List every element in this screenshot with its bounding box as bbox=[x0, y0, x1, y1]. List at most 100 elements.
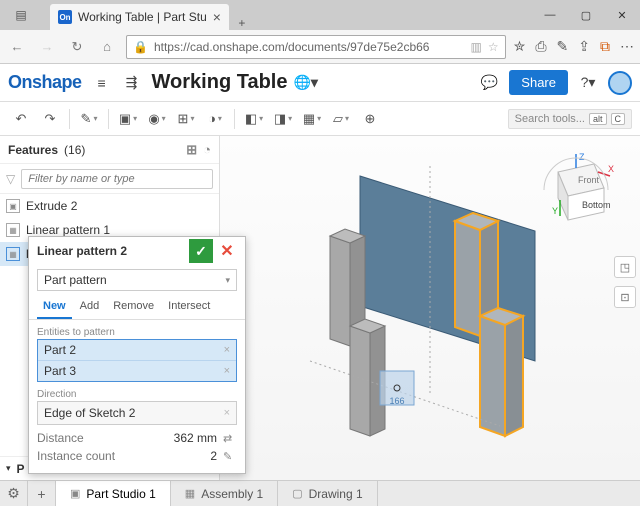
filter-icon[interactable]: ▽ bbox=[6, 172, 15, 186]
window-close[interactable]: ✕ bbox=[604, 0, 640, 30]
remove-entity-icon[interactable]: × bbox=[224, 365, 230, 377]
menu-icon[interactable]: ≡ bbox=[92, 73, 112, 93]
onshape-logo[interactable]: Onshape bbox=[8, 72, 82, 93]
browser-titlebar: ▤ On Working Table | Part Stu × + — ▢ ✕ bbox=[0, 0, 640, 30]
loft-button[interactable]: ◑ bbox=[202, 106, 228, 132]
tab-title: Working Table | Part Stu bbox=[78, 10, 207, 24]
view-tool-1[interactable]: ◳ bbox=[614, 256, 636, 278]
favorites-icon[interactable]: ✮ bbox=[514, 38, 526, 55]
url-box[interactable]: 🔒 https://cad.onshape.com/documents/97de… bbox=[126, 35, 506, 59]
notes-icon[interactable]: ✎ bbox=[557, 38, 569, 55]
tab-new[interactable]: New bbox=[37, 295, 72, 319]
sweep-button[interactable]: ⊞ bbox=[173, 106, 199, 132]
tab-remove[interactable]: Remove bbox=[107, 295, 160, 319]
sketch-button[interactable]: ✎ bbox=[76, 106, 102, 132]
hub-icon[interactable]: ▤ bbox=[0, 0, 42, 30]
flip-direction-icon[interactable]: ⇄ bbox=[223, 432, 237, 445]
pattern-icon: ▦ bbox=[6, 223, 20, 237]
favorite-icon[interactable]: ☆ bbox=[488, 40, 499, 54]
svg-text:Front: Front bbox=[578, 175, 600, 185]
browser-tab[interactable]: On Working Table | Part Stu × bbox=[50, 4, 229, 30]
back-button[interactable]: ← bbox=[6, 36, 28, 58]
app-header: Onshape ≡ ⇶ Working Table 🌐▾ 💬 Share ?▾ bbox=[0, 64, 640, 102]
revolve-button[interactable]: ◉ bbox=[144, 106, 170, 132]
extrude-icon: ▣ bbox=[6, 199, 20, 213]
chamfer-button[interactable]: ◨ bbox=[270, 106, 296, 132]
shell-button[interactable]: ▱ bbox=[328, 106, 354, 132]
close-tab-icon[interactable]: × bbox=[213, 9, 221, 25]
manipulator-label: 166 bbox=[389, 396, 404, 406]
comments-icon[interactable]: 💬 bbox=[479, 73, 499, 93]
count-label: Instance count bbox=[37, 449, 115, 463]
globe-icon[interactable]: 🌐▾ bbox=[293, 74, 317, 91]
refresh-button[interactable]: ↻ bbox=[66, 36, 88, 58]
feature-toolbar: ↶ ↷ ✎ ▣ ◉ ⊞ ◑ ◧ ◨ ▦ ▱ ⊕ Search tools... … bbox=[0, 102, 640, 136]
feature-item[interactable]: ▣ Extrude 2 bbox=[0, 194, 219, 218]
distance-value[interactable]: 362 mm bbox=[174, 431, 217, 445]
draft-button[interactable]: ▦ bbox=[299, 106, 325, 132]
cancel-button[interactable]: ✕ bbox=[217, 241, 237, 261]
direction-label: Direction bbox=[37, 386, 237, 401]
features-heading: Features bbox=[8, 143, 58, 157]
share-icon[interactable]: ⇪ bbox=[578, 38, 590, 55]
entity-row: Part 2× bbox=[38, 340, 236, 361]
tab-intersect[interactable]: Intersect bbox=[162, 295, 216, 319]
avatar[interactable] bbox=[608, 71, 632, 95]
view-tool-2[interactable]: ⊡ bbox=[614, 286, 636, 308]
reading-list-icon[interactable]: ⎙ bbox=[535, 38, 546, 55]
help-icon[interactable]: ?▾ bbox=[578, 73, 598, 93]
count-value[interactable]: 2 bbox=[210, 449, 217, 463]
3d-viewport[interactable]: 166 Front Bottom Z X Y ◳ ⊡ bbox=[220, 136, 640, 480]
tab-drawing[interactable]: ▢ Drawing 1 bbox=[278, 481, 377, 506]
add-tab-button[interactable]: + bbox=[28, 481, 56, 506]
new-tab-button[interactable]: + bbox=[229, 16, 255, 30]
more-tools-button[interactable]: ⊕ bbox=[357, 106, 383, 132]
tab-options-icon[interactable]: ⚙ bbox=[0, 481, 28, 506]
view-cube[interactable]: Front Bottom Z X Y bbox=[536, 150, 616, 230]
tab-add[interactable]: Add bbox=[74, 295, 106, 319]
tree-icon[interactable]: ⇶ bbox=[122, 73, 142, 93]
forward-button[interactable]: → bbox=[36, 36, 58, 58]
feature-filter-input[interactable] bbox=[21, 169, 213, 189]
share-button[interactable]: Share bbox=[509, 70, 568, 95]
features-count: (16) bbox=[64, 143, 85, 157]
add-feature-icon[interactable]: ⊞ bbox=[186, 142, 197, 158]
tab-part-studio[interactable]: ▣ Part Studio 1 bbox=[56, 481, 171, 506]
distance-label: Distance bbox=[37, 431, 84, 445]
home-button[interactable]: ⌂ bbox=[96, 36, 118, 58]
window-maximize[interactable]: ▢ bbox=[568, 0, 604, 30]
redo-button[interactable]: ↷ bbox=[37, 106, 63, 132]
svg-text:Bottom: Bottom bbox=[582, 200, 611, 210]
tab-assembly[interactable]: ▦ Assembly 1 bbox=[171, 481, 278, 506]
entities-label: Entities to pattern bbox=[37, 324, 237, 339]
onshape-favicon: On bbox=[58, 10, 72, 24]
drawing-icon: ▢ bbox=[292, 487, 302, 500]
rollback-icon[interactable]: ◔ bbox=[203, 142, 211, 157]
dialog-title: Linear pattern 2 bbox=[37, 244, 127, 258]
search-tools[interactable]: Search tools... alt C bbox=[508, 109, 632, 129]
undo-button[interactable]: ↶ bbox=[8, 106, 34, 132]
pattern-icon: ▦ bbox=[6, 247, 20, 261]
lock-icon: 🔒 bbox=[133, 40, 148, 54]
more-icon[interactable]: ⋯ bbox=[620, 38, 634, 55]
direction-field[interactable]: Edge of Sketch 2× bbox=[37, 401, 237, 425]
url-text: https://cad.onshape.com/documents/97de75… bbox=[154, 40, 465, 54]
dropper-icon[interactable]: ✎ bbox=[223, 450, 237, 463]
linear-pattern-dialog: Linear pattern 2 ✓ ✕ Part pattern New Ad… bbox=[28, 236, 246, 474]
svg-text:X: X bbox=[608, 164, 614, 174]
entities-list[interactable]: Part 2× Part 3× bbox=[37, 339, 237, 382]
entity-row: Part 3× bbox=[38, 361, 236, 381]
confirm-button[interactable]: ✓ bbox=[189, 239, 213, 263]
part-studio-icon: ▣ bbox=[70, 487, 80, 500]
window-minimize[interactable]: — bbox=[532, 0, 568, 30]
document-title[interactable]: Working Table 🌐▾ bbox=[152, 71, 470, 94]
assembly-icon: ▦ bbox=[185, 487, 195, 500]
remove-entity-icon[interactable]: × bbox=[224, 344, 230, 356]
fillet-button[interactable]: ◧ bbox=[241, 106, 267, 132]
extensions-icon[interactable]: ⧉ bbox=[600, 38, 610, 55]
svg-text:Z: Z bbox=[579, 152, 585, 162]
clear-direction-icon[interactable]: × bbox=[224, 407, 230, 419]
extrude-button[interactable]: ▣ bbox=[115, 106, 141, 132]
pattern-type-select[interactable]: Part pattern bbox=[37, 269, 237, 291]
reading-view-icon[interactable]: ▥ bbox=[470, 40, 481, 54]
